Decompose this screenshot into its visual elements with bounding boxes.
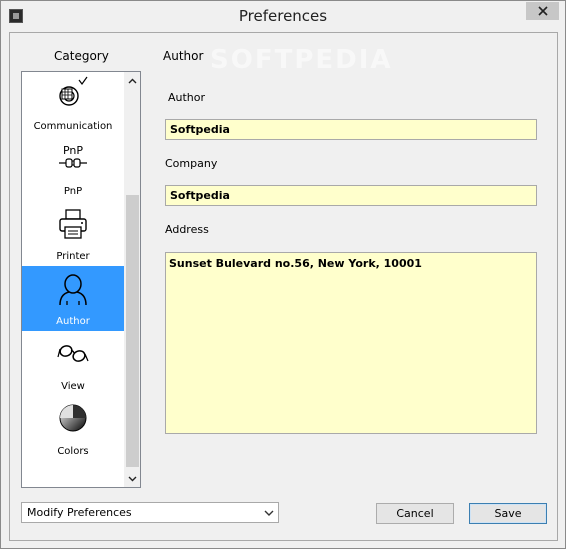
category-item-label: Communication (33, 121, 113, 132)
client-area: Category Author SOFTPEDIA Communication (9, 32, 558, 541)
pnp-icon: PnP (59, 144, 87, 168)
preferences-window: Preferences Category Author SOFTPEDIA Co… (0, 0, 566, 549)
category-item-label: Colors (57, 446, 89, 457)
category-item-pnp[interactable]: PnP PnP (22, 136, 124, 201)
cancel-button[interactable]: Cancel (376, 503, 454, 524)
pnp-icon-text: PnP (63, 144, 83, 157)
category-item-label: Author (56, 316, 90, 327)
communication-icon (59, 76, 88, 106)
category-items: Communication PnP PnP Printer Author Vie… (22, 72, 124, 461)
category-item-communication[interactable]: Communication (22, 72, 124, 136)
author-field[interactable]: Softpedia (165, 119, 537, 140)
category-item-printer[interactable]: Printer (22, 201, 124, 266)
dropdown-value: Modify Preferences (27, 506, 132, 519)
watermark: SOFTPEDIA (210, 45, 393, 75)
chevron-up-icon (128, 78, 137, 83)
category-item-label: View (61, 381, 85, 392)
address-label: Address (165, 223, 209, 236)
category-list[interactable]: Communication PnP PnP Printer Author Vie… (21, 71, 141, 488)
category-item-view[interactable]: View (22, 331, 124, 396)
scrollbar-thumb[interactable] (126, 195, 139, 467)
category-item-label: PnP (63, 186, 83, 197)
glasses-icon (57, 345, 89, 362)
close-icon (537, 6, 548, 16)
save-button[interactable]: Save (469, 503, 547, 524)
category-item-colors[interactable]: Colors (22, 396, 124, 461)
printer-icon (59, 209, 87, 239)
colors-icon (59, 404, 87, 432)
author-icon (59, 274, 87, 306)
category-heading: Category (54, 49, 109, 63)
company-label: Company (165, 157, 218, 170)
scroll-down-button[interactable] (124, 470, 140, 487)
category-item-author[interactable]: Author (22, 266, 124, 331)
category-scrollbar[interactable] (124, 72, 140, 487)
author-label: Author (168, 91, 206, 104)
address-field[interactable]: Sunset Bulevard no.56, New York, 10001 (165, 252, 537, 434)
panel-heading: Author (163, 49, 204, 63)
company-field[interactable]: Softpedia (165, 185, 537, 206)
chevron-down-icon (264, 510, 274, 516)
category-item-label: Printer (56, 251, 90, 262)
window-title: Preferences (238, 7, 328, 25)
scroll-up-button[interactable] (124, 72, 140, 89)
close-button[interactable] (526, 2, 559, 20)
title-bar[interactable]: Preferences (1, 1, 565, 32)
preferences-dropdown[interactable]: Modify Preferences (21, 502, 279, 523)
chevron-down-icon (128, 476, 137, 481)
